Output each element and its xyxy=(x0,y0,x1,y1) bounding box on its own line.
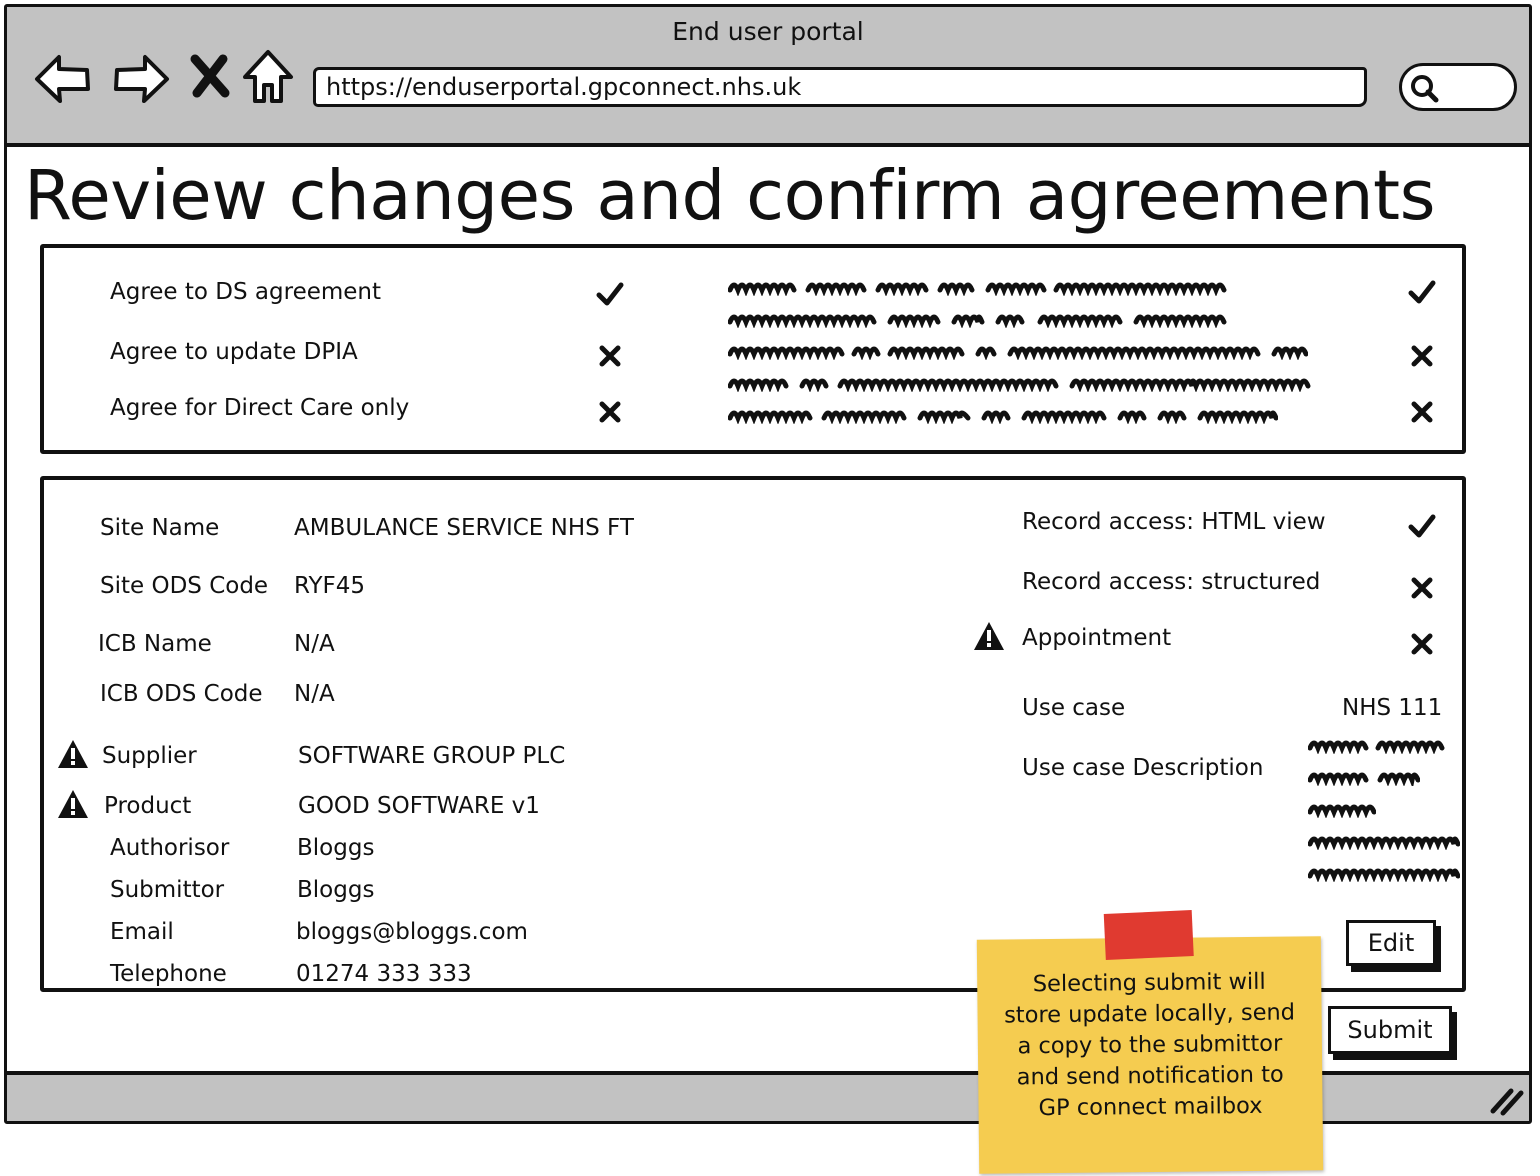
redacted-text-line xyxy=(1308,804,1376,818)
redacted-text-line xyxy=(728,378,1311,392)
cross-icon[interactable] xyxy=(1410,576,1434,600)
warning-icon xyxy=(58,740,88,768)
window-title: End user portal xyxy=(672,17,864,46)
redacted-text-line xyxy=(1308,836,1460,850)
telephone-value: 01274 333 333 xyxy=(296,961,472,987)
site-ods-label: Site ODS Code xyxy=(100,573,269,599)
redacted-text-line xyxy=(728,314,1227,328)
agreement-label-ds: Agree to DS agreement xyxy=(110,279,382,305)
agreement-label-direct-care: Agree for Direct Care only xyxy=(110,395,410,421)
sticky-note: Selecting submit will store update local… xyxy=(976,910,1324,1174)
note-line: a copy to the submittor xyxy=(1017,1030,1283,1060)
resize-grip-icon[interactable] xyxy=(1487,1083,1525,1117)
home-button[interactable] xyxy=(241,47,295,107)
product-value: GOOD SOFTWARE v1 xyxy=(298,793,540,819)
check-icon[interactable] xyxy=(1408,512,1436,540)
supplier-value: SOFTWARE GROUP PLC xyxy=(298,743,566,769)
home-icon xyxy=(243,50,293,103)
edit-button[interactable]: Edit xyxy=(1346,920,1436,966)
back-button[interactable] xyxy=(33,49,93,109)
icb-ods-label: ICB ODS Code xyxy=(100,681,263,707)
redacted-text-line xyxy=(1308,740,1445,754)
warning-icon xyxy=(974,622,1004,650)
authorisor-label: Authorisor xyxy=(110,835,230,861)
details-panel: Site Name AMBULANCE SERVICE NHS FT Site … xyxy=(40,476,1466,992)
submittor-label: Submittor xyxy=(110,877,225,903)
sticky-note-text: Selecting submit will store update local… xyxy=(987,966,1313,1124)
redacted-text-line xyxy=(1308,868,1460,882)
address-bar[interactable]: https://enduserportal.gpconnect.nhs.uk xyxy=(313,67,1367,107)
site-name-label: Site Name xyxy=(100,515,220,541)
search-icon xyxy=(1411,75,1439,103)
appointment-label: Appointment xyxy=(1022,625,1172,651)
page-title: Review changes and confirm agreements xyxy=(24,156,1436,236)
check-icon[interactable] xyxy=(1408,278,1436,306)
stop-button[interactable] xyxy=(187,51,233,101)
note-line: Selecting submit will xyxy=(1032,968,1266,998)
cross-icon[interactable] xyxy=(598,344,622,368)
cross-icon[interactable] xyxy=(1410,632,1434,656)
note-line: GP connect mailbox xyxy=(1038,1092,1263,1122)
email-value: bloggs@bloggs.com xyxy=(296,919,528,945)
forward-arrow-icon xyxy=(114,55,169,103)
agreements-panel: Agree to DS agreement Agree to update DP… xyxy=(40,244,1466,454)
redacted-text-line xyxy=(728,282,1227,296)
use-case-description-label: Use case Description xyxy=(1022,755,1264,781)
supplier-label: Supplier xyxy=(102,743,197,769)
warning-icon xyxy=(58,790,88,818)
redacted-text-line xyxy=(1308,772,1420,786)
site-name-value: AMBULANCE SERVICE NHS FT xyxy=(294,515,634,541)
redacted-text-line xyxy=(728,410,1278,424)
browser-titlebar: End user portal https://enduserportal.gp… xyxy=(7,7,1529,147)
note-line: and send notification to xyxy=(1016,1061,1284,1091)
back-arrow-icon xyxy=(35,55,90,103)
record-access-structured-label: Record access: structured xyxy=(1022,569,1321,595)
icb-name-label: ICB Name xyxy=(98,631,212,657)
cross-icon[interactable] xyxy=(1410,400,1434,424)
close-icon xyxy=(190,54,230,98)
record-access-html-label: Record access: HTML view xyxy=(1022,509,1326,535)
icb-ods-value: N/A xyxy=(294,681,335,707)
site-ods-value: RYF45 xyxy=(294,573,366,599)
cross-icon[interactable] xyxy=(598,400,622,424)
browser-search-field[interactable] xyxy=(1399,63,1517,111)
email-label: Email xyxy=(110,919,174,945)
product-label: Product xyxy=(104,793,192,819)
submittor-value: Bloggs xyxy=(297,877,375,903)
use-case-label: Use case xyxy=(1022,695,1126,721)
icb-name-value: N/A xyxy=(294,631,335,657)
use-case-value: NHS 111 xyxy=(1342,695,1443,721)
telephone-label: Telephone xyxy=(110,961,227,987)
authorisor-value: Bloggs xyxy=(297,835,375,861)
sticky-tape xyxy=(1103,910,1194,960)
submit-button[interactable]: Submit xyxy=(1328,1006,1452,1054)
forward-button[interactable] xyxy=(111,49,171,109)
agreement-label-dpia: Agree to update DPIA xyxy=(110,339,358,365)
note-line: store update locally, send xyxy=(1003,999,1296,1029)
redacted-text-line xyxy=(728,346,1308,360)
check-icon[interactable] xyxy=(596,280,624,308)
cross-icon[interactable] xyxy=(1410,344,1434,368)
